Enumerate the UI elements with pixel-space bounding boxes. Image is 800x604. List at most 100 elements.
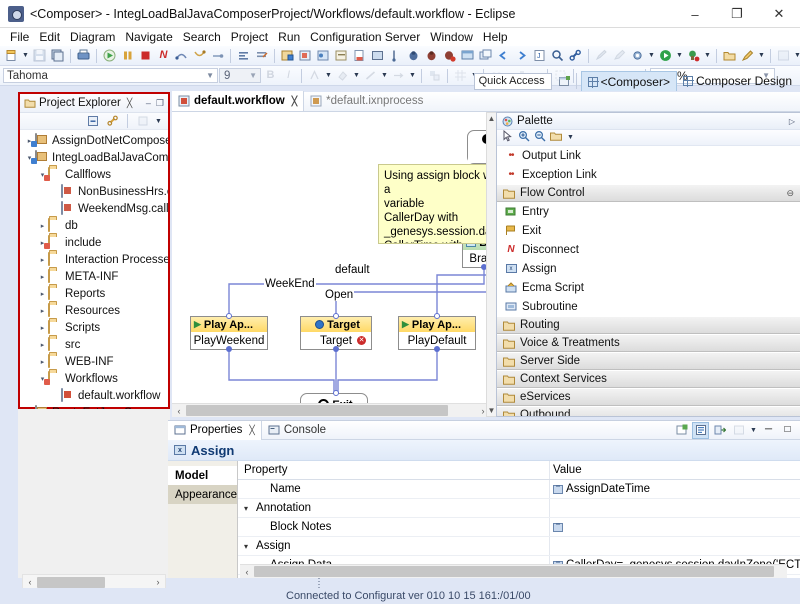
palette-group-outbound[interactable]: Outbound: [497, 406, 800, 416]
restore-default-icon[interactable]: [711, 422, 728, 439]
chevron-right-icon[interactable]: ▸: [37, 256, 48, 264]
project-explorer-tab[interactable]: Project Explorer ╳: [20, 97, 132, 109]
close-button[interactable]: ✕: [758, 0, 800, 28]
scroll-left-icon[interactable]: ‹: [172, 406, 186, 416]
minimize-view-icon[interactable]: –: [146, 98, 151, 108]
tree-item-interaction-processes[interactable]: ▸ Interaction Processes: [20, 251, 168, 268]
property-value-cell[interactable]: [550, 499, 800, 517]
node-anchor[interactable]: [333, 346, 339, 352]
format-icon[interactable]: [253, 47, 270, 64]
link-icon[interactable]: [567, 47, 584, 64]
back-nav-icon[interactable]: [495, 47, 512, 64]
editor-horizontal-scrollbar[interactable]: ‹ ›: [172, 403, 490, 417]
open-type-icon[interactable]: J: [531, 47, 548, 64]
project-tree[interactable]: ▸AssignDotNetComposerP▾IntegLoadBalJavaC…: [20, 130, 168, 409]
palette-item-exit[interactable]: Exit: [497, 221, 800, 240]
chevron-right-icon[interactable]: ▸: [37, 358, 48, 366]
tree-item-integloadbaljavacompos[interactable]: ▾IntegLoadBalJavaCompos: [20, 149, 168, 166]
palette-group-flow-control[interactable]: Flow Control ⊖: [497, 184, 800, 202]
scroll-left-icon[interactable]: ‹: [240, 567, 254, 577]
new-callflow-icon[interactable]: [297, 47, 314, 64]
tree-item-resources[interactable]: ▸ Resources: [20, 302, 168, 319]
close-icon[interactable]: ╳: [292, 96, 297, 107]
properties-table[interactable]: Property Value Name "" AssignDateTime ▾ Anno…: [238, 461, 800, 578]
validate-icon[interactable]: [387, 47, 404, 64]
side-tab-appearance[interactable]: Appearance: [168, 485, 238, 504]
tree-item-nonbusinesshrs-callf[interactable]: NonBusinessHrs.callf: [20, 183, 168, 200]
highlight-icon[interactable]: [611, 47, 628, 64]
disconnect-toolbar-icon[interactable]: N: [155, 47, 172, 64]
scrollbar-thumb[interactable]: [186, 405, 448, 416]
scroll-up-icon[interactable]: ▲: [488, 114, 496, 123]
menu-navigate[interactable]: Navigate: [120, 28, 177, 46]
table-row[interactable]: Block Notes "": [238, 518, 800, 537]
collapse-icon[interactable]: ⊖: [786, 188, 794, 199]
perspective-tab-composer-design[interactable]: Composer Design: [677, 71, 798, 91]
tree-item-callflows[interactable]: ▾ Callflows: [20, 166, 168, 183]
settings-dropdown-arrow[interactable]: ▼: [647, 47, 656, 64]
palette-item-subroutine[interactable]: Subroutine: [497, 297, 800, 316]
table-row[interactable]: Name "" AssignDateTime: [238, 480, 800, 499]
menu-help[interactable]: Help: [478, 28, 513, 46]
minimize-button[interactable]: –: [674, 0, 716, 28]
chevron-right-icon[interactable]: ▸: [37, 222, 48, 230]
palette-group-context-services[interactable]: Context Services: [497, 370, 800, 388]
palette-expand-icon[interactable]: ▷: [789, 117, 795, 126]
run-icon[interactable]: [101, 47, 118, 64]
open-perspective-icon[interactable]: [557, 74, 572, 89]
maximize-view-icon[interactable]: □: [779, 422, 796, 439]
stop-icon[interactable]: [137, 47, 154, 64]
side-tab-model[interactable]: Model: [168, 466, 238, 485]
tree-item-routeextjavacomposerpr[interactable]: ▸ RouteExtJavaComposerPr: [20, 404, 168, 409]
menu-run[interactable]: Run: [273, 28, 305, 46]
tree-item-reports[interactable]: ▸ Reports: [20, 285, 168, 302]
menu-edit[interactable]: Edit: [34, 28, 65, 46]
scrollbar-thumb[interactable]: [37, 576, 105, 588]
perspective-tab-composer[interactable]: <Composer>: [580, 71, 677, 91]
palette-menu-arrow[interactable]: ▼: [566, 129, 575, 146]
step-over-icon[interactable]: [173, 47, 190, 64]
debug-bug-alt-icon[interactable]: [423, 47, 440, 64]
chevron-down-icon[interactable]: ▾: [244, 542, 256, 551]
node-anchor[interactable]: [333, 390, 339, 396]
marker-icon[interactable]: [739, 47, 756, 64]
print-icon[interactable]: [75, 47, 92, 64]
table-row[interactable]: ▾ Annotation: [238, 499, 800, 518]
diagram-node-target[interactable]: Target Target ✕: [300, 316, 372, 350]
chevron-down-icon[interactable]: ▾: [244, 504, 256, 513]
pencil-icon[interactable]: [593, 47, 610, 64]
property-value-cell[interactable]: [550, 537, 800, 555]
palette-item-disconnect[interactable]: N Disconnect: [497, 240, 800, 259]
forward-nav-icon[interactable]: [513, 47, 530, 64]
view-menu-icon[interactable]: ▼: [154, 113, 163, 130]
maximize-button[interactable]: ❐: [716, 0, 758, 28]
editor-tab-default-workflow[interactable]: default.workflow ╳: [172, 91, 305, 111]
select-tool-icon[interactable]: [502, 129, 514, 145]
menu-search[interactable]: Search: [178, 28, 226, 46]
browser-icon[interactable]: [459, 47, 476, 64]
palette-group-eservices[interactable]: eServices: [497, 388, 800, 406]
new-project-icon[interactable]: [279, 47, 296, 64]
scroll-right-icon[interactable]: ›: [151, 577, 165, 587]
tree-item-meta-inf[interactable]: ▸ META-INF: [20, 268, 168, 285]
step-return-icon[interactable]: [209, 47, 226, 64]
tree-item-weekendmsg-callflow[interactable]: WeekendMsg.callflow: [20, 200, 168, 217]
zoom-in-icon[interactable]: [518, 130, 530, 145]
debug-dropdown-arrow[interactable]: ▼: [703, 47, 712, 64]
marker-dropdown-arrow[interactable]: ▼: [757, 47, 766, 64]
run-green-icon[interactable]: [657, 47, 674, 64]
palette-item-entry[interactable]: Entry: [497, 202, 800, 221]
palette-group-voice-treatments[interactable]: Voice & Treatments: [497, 334, 800, 352]
palette-item-assign[interactable]: x Assign: [497, 259, 800, 278]
scroll-left-icon[interactable]: ‹: [23, 577, 37, 587]
menu-window[interactable]: Window: [425, 28, 478, 46]
properties-pin-icon[interactable]: [692, 421, 709, 439]
save-all-icon[interactable]: [49, 47, 66, 64]
scroll-down-icon[interactable]: ▼: [488, 406, 496, 415]
scrollbar-thumb[interactable]: [254, 566, 774, 577]
menu-configuration-server[interactable]: Configuration Server: [305, 28, 425, 46]
table-row[interactable]: ▾ Assign: [238, 537, 800, 556]
diagram-node-play-weekend[interactable]: ▶ Play Ap... PlayWeekend: [190, 316, 268, 350]
align-left-icon[interactable]: [235, 47, 252, 64]
perspective-dropdown-arrow[interactable]: ▼: [793, 47, 800, 64]
